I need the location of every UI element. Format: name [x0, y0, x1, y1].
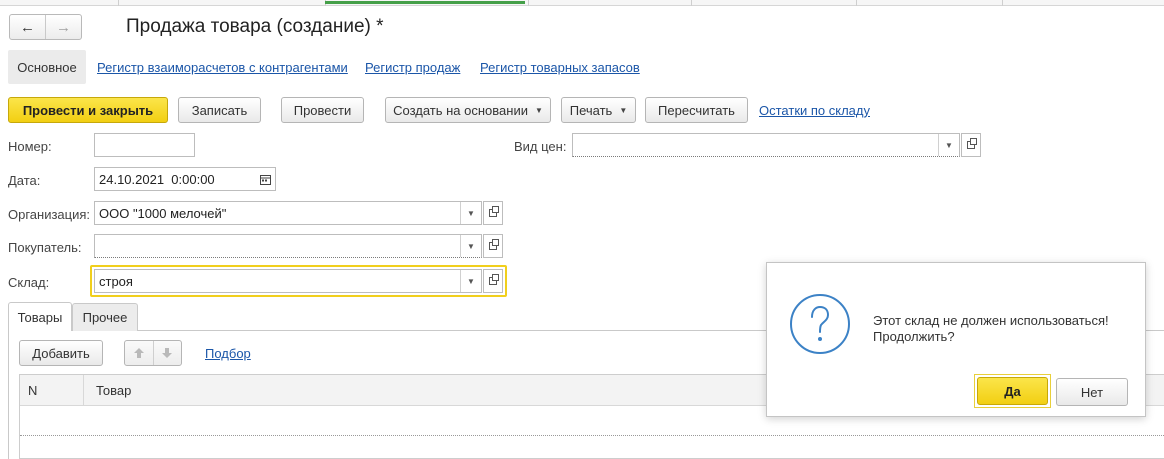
dialog-message: Этот склад не должен использоваться!Прод…	[873, 313, 1109, 344]
price-type-label: Вид цен:	[514, 139, 567, 154]
back-arrow-icon[interactable]: ←	[10, 15, 45, 39]
recalculate-button[interactable]: Пересчитать	[645, 97, 748, 123]
open-icon[interactable]	[961, 133, 981, 157]
calendar-icon[interactable]	[255, 168, 275, 190]
date-field[interactable]: 24.10.2021 0:00:00	[94, 167, 276, 191]
chevron-down-icon[interactable]: ▼	[460, 270, 481, 292]
warehouse-field[interactable]: строя ▼	[94, 269, 482, 293]
arrow-down-icon[interactable]	[154, 341, 182, 365]
chevron-down-icon[interactable]: ▼	[938, 134, 959, 156]
confirm-dialog: Этот склад не должен использоваться!Прод…	[766, 262, 1146, 417]
link-settlements-register[interactable]: Регистр взаиморасчетов с контрагентами	[97, 60, 348, 75]
link-stock-balance[interactable]: Остатки по складу	[759, 103, 870, 118]
yes-focus-frame: Да	[974, 374, 1051, 408]
warehouse-label: Склад:	[8, 275, 50, 290]
page-title: Продажа товара (создание) *	[126, 16, 384, 37]
move-buttons	[124, 340, 182, 366]
column-header-goods[interactable]: Товар	[96, 383, 131, 398]
active-window-indicator	[325, 1, 525, 4]
link-pick[interactable]: Подбор	[205, 346, 251, 361]
tab-panel-border	[8, 330, 9, 459]
buyer-field[interactable]: ▼	[94, 234, 482, 258]
save-button[interactable]: Записать	[178, 97, 261, 123]
link-stock-register[interactable]: Регистр товарных запасов	[480, 60, 640, 75]
question-icon	[789, 293, 851, 355]
nav-arrows: ← →	[9, 14, 82, 40]
chevron-down-icon[interactable]: ▼	[460, 235, 481, 257]
open-icon[interactable]	[483, 269, 503, 293]
date-label: Дата:	[8, 173, 41, 188]
number-label: Номер:	[8, 139, 52, 154]
organization-field[interactable]: ООО "1000 мелочей" ▼	[94, 201, 482, 225]
open-icon[interactable]	[483, 201, 503, 225]
yes-button[interactable]: Да	[977, 377, 1048, 405]
tab-goods[interactable]: Товары	[8, 302, 72, 331]
chevron-down-icon[interactable]: ▼	[460, 202, 481, 224]
chevron-down-icon: ▼	[619, 105, 628, 115]
open-icon[interactable]	[483, 234, 503, 258]
number-field[interactable]	[94, 133, 195, 157]
warehouse-value: строя	[99, 273, 133, 289]
window-tab-strip	[0, 0, 1164, 6]
print-label: Печать	[569, 102, 613, 118]
post-and-close-button[interactable]: Провести и закрыть	[8, 97, 168, 123]
date-value: 24.10.2021 0:00:00	[99, 171, 215, 187]
create-based-on-button[interactable]: Создать на основании ▼	[385, 97, 551, 123]
column-header-n[interactable]: N	[28, 383, 37, 398]
post-button[interactable]: Провести	[281, 97, 364, 123]
print-button[interactable]: Печать ▼	[561, 97, 636, 123]
no-button[interactable]: Нет	[1056, 378, 1128, 406]
add-button[interactable]: Добавить	[19, 340, 103, 366]
table-row-divider	[20, 435, 1164, 436]
create-based-on-label: Создать на основании	[393, 102, 528, 118]
forward-arrow-icon[interactable]: →	[45, 15, 81, 39]
chevron-down-icon: ▼	[534, 105, 543, 115]
organization-label: Организация:	[8, 207, 91, 222]
buyer-label: Покупатель:	[8, 240, 82, 255]
price-type-field[interactable]: ▼	[572, 133, 960, 157]
link-sales-register[interactable]: Регистр продаж	[365, 60, 460, 75]
section-main[interactable]: Основное	[8, 50, 86, 84]
organization-value: ООО "1000 мелочей"	[99, 205, 227, 221]
tab-other[interactable]: Прочее	[72, 303, 138, 331]
arrow-up-icon[interactable]	[125, 341, 154, 365]
